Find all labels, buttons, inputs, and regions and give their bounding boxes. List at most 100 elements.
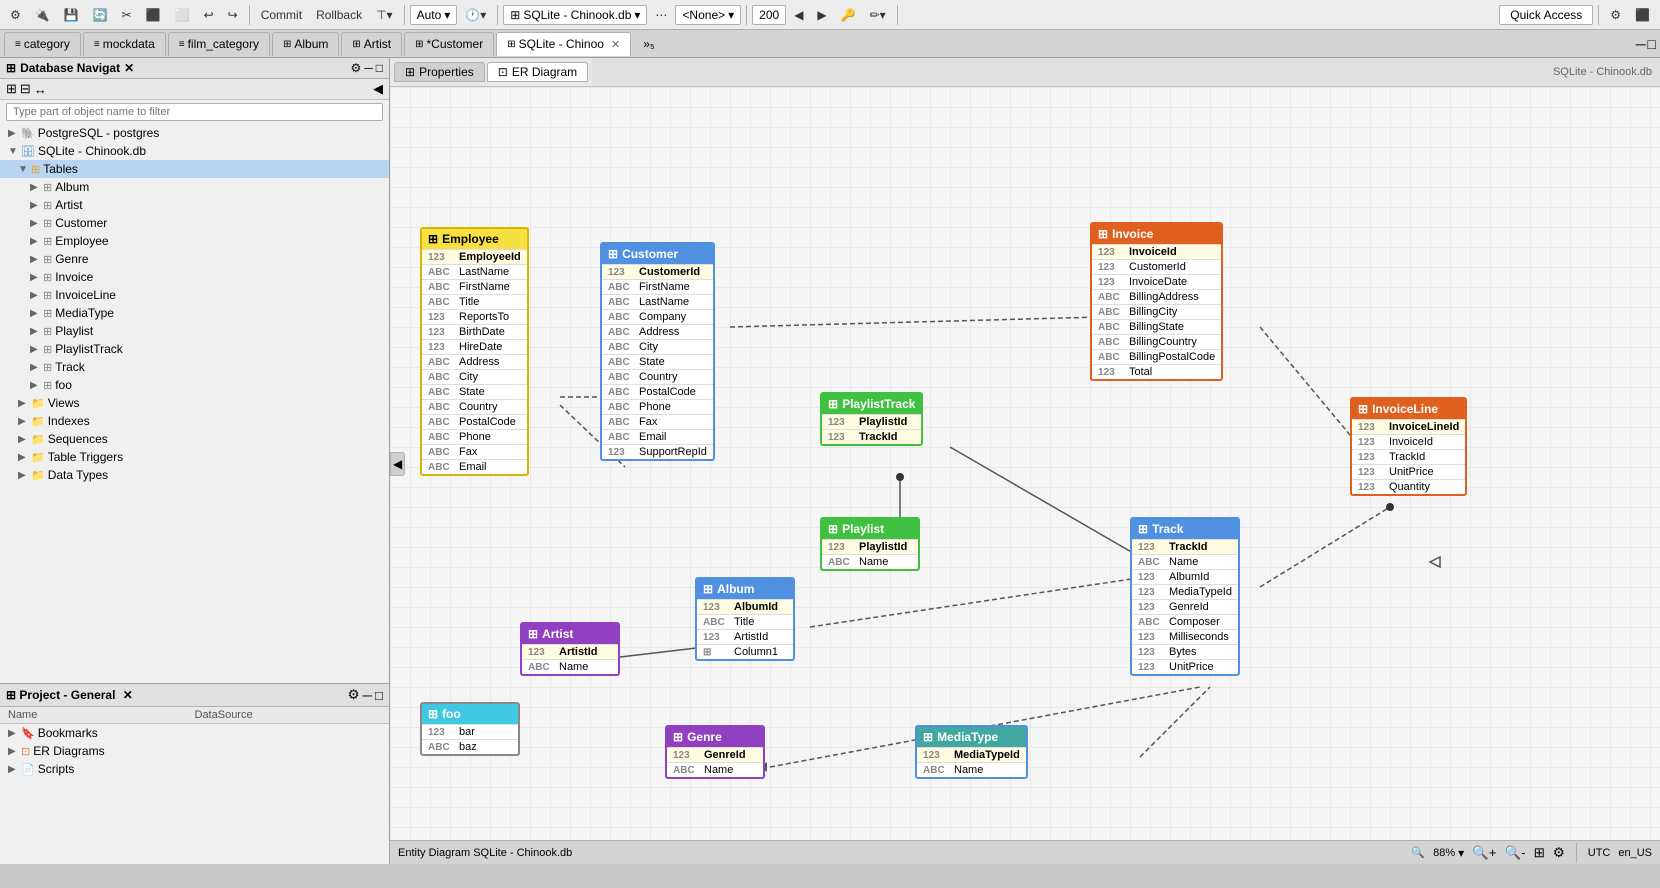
project-close-icon[interactable]: ✕ <box>123 688 133 702</box>
entity-artist[interactable]: ⊞ Artist 123ArtistId ABCName <box>520 622 620 676</box>
entity-employee[interactable]: ⊞ Employee 123EmployeeId ABCLastName ABC… <box>420 227 529 476</box>
toolbar-btn-1[interactable]: ⚙ <box>4 6 27 24</box>
tree-item-postgres[interactable]: ▶ 🐘 PostgreSQL - postgres <box>0 124 389 142</box>
commit-button[interactable]: Commit <box>255 6 308 24</box>
zoom-out-btn[interactable]: 🔍- <box>1505 845 1526 861</box>
tab-category[interactable]: ≡ category <box>4 32 81 56</box>
db-nav-maximize-btn[interactable]: □ <box>376 61 383 75</box>
tree-item-customer[interactable]: ▶ ⊞ Customer <box>0 214 389 232</box>
tree-item-indexes[interactable]: ▶ 📁 Indexes <box>0 412 389 430</box>
entity-playlist[interactable]: ⊞ Playlist 123PlaylistId ABCName <box>820 517 920 571</box>
db-nav-settings-btn[interactable]: ⚙ <box>350 61 361 75</box>
entity-customer[interactable]: ⊞ Customer 123CustomerId ABCFirstName AB… <box>600 242 715 461</box>
tab-album[interactable]: ⊞ Album <box>272 32 339 56</box>
customer-table-icon-er: ⊞ <box>608 247 618 261</box>
tree-item-tabletriggers[interactable]: ▶ 📁 Table Triggers <box>0 448 389 466</box>
tree-item-invoice[interactable]: ▶ ⊞ Invoice <box>0 268 389 286</box>
tab-overflow-btn[interactable]: »₅ <box>635 35 663 53</box>
tree-item-employee[interactable]: ▶ ⊞ Employee <box>0 232 389 250</box>
schema-dropdown[interactable]: <None> ▾ <box>675 5 741 25</box>
toolbar-extra-2[interactable]: ✏▾ <box>864 6 892 24</box>
tree-item-scripts[interactable]: ▶ 📄 Scripts <box>0 760 389 778</box>
toolbar-nav-prev[interactable]: ◀ <box>788 6 809 24</box>
tree-item-track[interactable]: ▶ ⊞ Track <box>0 358 389 376</box>
tree-label-scripts: Scripts <box>38 762 381 776</box>
db-dropdown[interactable]: ⊞ SQLite - Chinook.db ▾ <box>503 5 647 25</box>
invoice-field-invoiceid: 123InvoiceId <box>1092 244 1221 259</box>
statusbar-settings-btn[interactable]: ⚙ <box>1553 845 1565 861</box>
toolbar-clock-btn[interactable]: 🕐▾ <box>459 6 492 24</box>
tree-item-sqlite[interactable]: ▼ 🗄 SQLite - Chinook.db <box>0 142 389 160</box>
auto-dropdown[interactable]: Auto ▾ <box>410 5 458 25</box>
tree-label-tables: Tables <box>43 162 381 176</box>
tree-item-datatypes[interactable]: ▶ 📁 Data Types <box>0 466 389 484</box>
tree-item-views[interactable]: ▶ 📁 Views <box>0 394 389 412</box>
toolbar-settings-btn[interactable]: ⚙ <box>1604 6 1627 24</box>
project-minimize-btn[interactable]: ─ <box>362 687 371 703</box>
db-nav-close-icon[interactable]: ✕ <box>124 61 134 75</box>
quick-access-button[interactable]: Quick Access <box>1499 5 1593 25</box>
toolbar-btn-8[interactable]: ↩ <box>198 6 220 24</box>
tab-mockdata[interactable]: ≡ mockdata <box>83 32 166 56</box>
tab-filmcategory[interactable]: ≡ film_category <box>168 32 270 56</box>
rollback-button[interactable]: Rollback <box>310 6 368 24</box>
er-canvas[interactable]: ⊞ Employee 123EmployeeId ABCLastName ABC… <box>390 87 1660 840</box>
collapse-sidebar-btn[interactable]: ◀ <box>390 452 405 476</box>
customer-table-icon: ⊞ <box>43 217 52 230</box>
tab-artist[interactable]: ⊞ Artist <box>341 32 402 56</box>
invoiceline-field-unitprice: 123UnitPrice <box>1352 464 1465 479</box>
tree-item-sequences[interactable]: ▶ 📁 Sequences <box>0 430 389 448</box>
db-nav-toolbar: ⊞ ⊟ ↔ ◀ <box>0 79 389 100</box>
db-nav-minimize-btn[interactable]: ─ <box>364 61 373 75</box>
entity-foo[interactable]: ⊞ foo 123bar ABCbaz <box>420 702 520 756</box>
zoom-in-btn[interactable]: 🔍+ <box>1472 845 1496 861</box>
tab-customer[interactable]: ⊞ *Customer <box>404 32 494 56</box>
tab-minimize-btn[interactable]: ─ <box>1636 36 1646 52</box>
tree-item-erdiagrams[interactable]: ▶ ⊡ ER Diagrams <box>0 742 389 760</box>
nav-collapse-btn[interactable]: ◀ <box>373 81 383 97</box>
entity-invoiceline[interactable]: ⊞ InvoiceLine 123InvoiceLineId 123Invoic… <box>1350 397 1467 496</box>
zoom-dropdown[interactable]: 200 <box>752 5 786 25</box>
nav-icon-btn-3[interactable]: ↔ <box>34 82 47 97</box>
toolbar-btn-4[interactable]: 🔄 <box>87 6 114 24</box>
toolbar-filter-btn[interactable]: ⊤▾ <box>370 6 398 24</box>
entity-invoice[interactable]: ⊞ Invoice 123InvoiceId 123CustomerId 123… <box>1090 222 1223 381</box>
toolbar-btn-6[interactable]: ⬛ <box>140 6 167 24</box>
zoom-dropdown-btn[interactable]: ▾ <box>1458 846 1464 860</box>
tree-item-tables[interactable]: ▼ ⊞ Tables <box>0 160 389 178</box>
tree-item-album[interactable]: ▶ ⊞ Album <box>0 178 389 196</box>
project-settings-btn[interactable]: ⚙ <box>348 687 360 703</box>
nav-icon-btn-2[interactable]: ⊟ <box>20 81 31 97</box>
tab-sqlite[interactable]: ⊞ SQLite - Chinoo ✕ <box>496 32 631 56</box>
toolbar-nav-next[interactable]: ▶ <box>811 6 832 24</box>
tree-item-artist[interactable]: ▶ ⊞ Artist <box>0 196 389 214</box>
toolbar-extra-1[interactable]: 🔑 <box>835 6 862 24</box>
toolbar-btn-3[interactable]: 💾 <box>58 6 85 24</box>
entity-mediatype[interactable]: ⊞ MediaType 123MediaTypeId ABCName <box>915 725 1028 779</box>
tab-properties[interactable]: ⊞ Properties <box>394 62 485 82</box>
tab-maximize-btn[interactable]: □ <box>1648 36 1656 52</box>
tree-item-genre[interactable]: ▶ ⊞ Genre <box>0 250 389 268</box>
entity-track[interactable]: ⊞ Track 123TrackId ABCName 123AlbumId 12… <box>1130 517 1240 676</box>
tree-item-mediatype[interactable]: ▶ ⊞ MediaType <box>0 304 389 322</box>
entity-album[interactable]: ⊞ Album 123AlbumId ABCTitle 123ArtistId … <box>695 577 795 661</box>
toolbar-btn-2[interactable]: 🔌 <box>29 6 56 24</box>
db-connect-btn[interactable]: ⋯ <box>649 6 673 24</box>
db-nav-search-input[interactable] <box>6 103 383 121</box>
tree-item-playlisttrack[interactable]: ▶ ⊞ PlaylistTrack <box>0 340 389 358</box>
nav-icon-btn-1[interactable]: ⊞ <box>6 81 17 97</box>
tree-item-foo[interactable]: ▶ ⊞ foo <box>0 376 389 394</box>
project-maximize-btn[interactable]: □ <box>375 687 383 703</box>
entity-playlisttrack[interactable]: ⊞ PlaylistTrack 123PlaylistId 123TrackId <box>820 392 923 446</box>
tree-item-bookmarks[interactable]: ▶ 🔖 Bookmarks <box>0 724 389 742</box>
toolbar-btn-7[interactable]: ⬜ <box>169 6 196 24</box>
tree-item-invoiceline[interactable]: ▶ ⊞ InvoiceLine <box>0 286 389 304</box>
toolbar-btn-9[interactable]: ↪ <box>222 6 244 24</box>
toolbar-btn-5[interactable]: ✂ <box>116 6 138 24</box>
tab-close-sqlite[interactable]: ✕ <box>611 38 620 51</box>
tree-item-playlist[interactable]: ▶ ⊞ Playlist <box>0 322 389 340</box>
toolbar-window-btn[interactable]: ⬛ <box>1629 6 1656 24</box>
tab-er-diagram[interactable]: ⊡ ER Diagram <box>487 62 588 82</box>
entity-genre[interactable]: ⊞ Genre 123GenreId ABCName <box>665 725 765 779</box>
statusbar-grid-btn[interactable]: ⊞ <box>1534 845 1545 861</box>
